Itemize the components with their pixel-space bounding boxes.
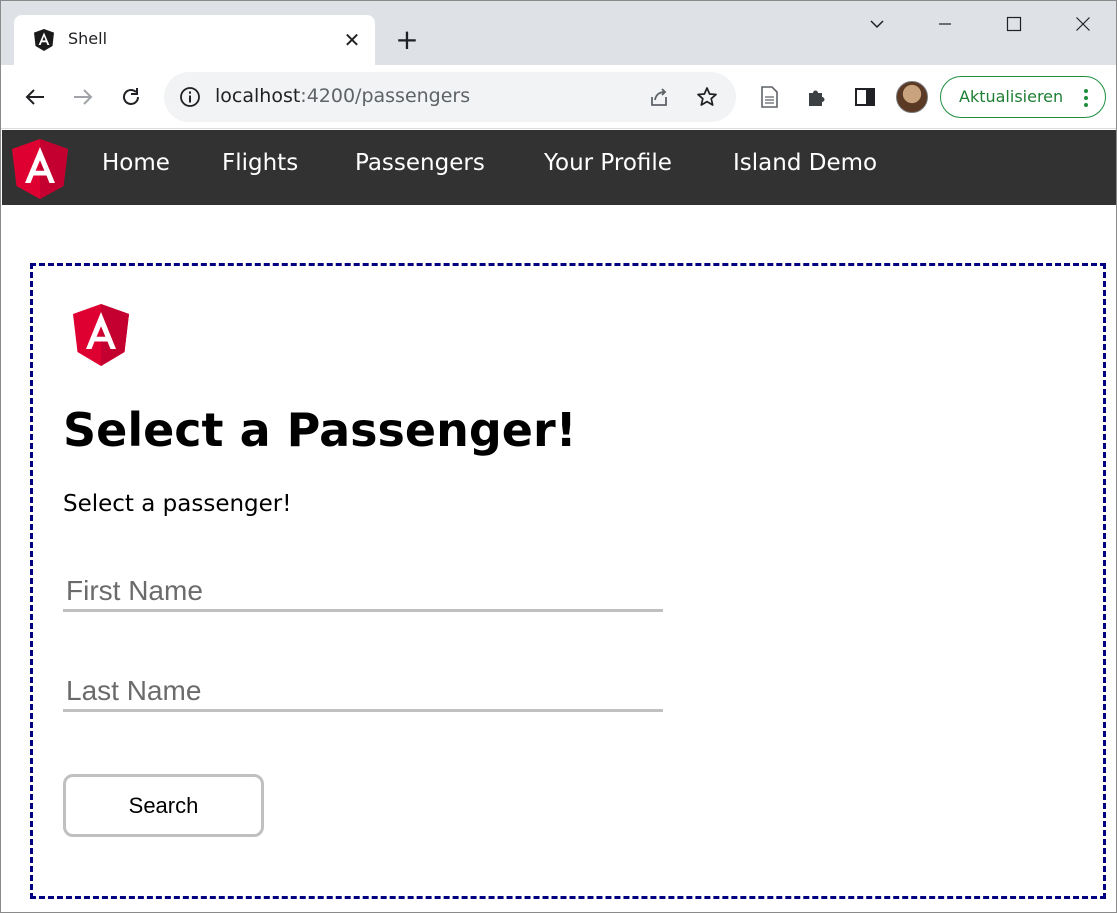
browser-tab[interactable]: Shell ✕ bbox=[14, 15, 375, 65]
url-path: :4200/passengers bbox=[300, 85, 471, 107]
minimize-icon[interactable] bbox=[930, 9, 960, 39]
angular-favicon-icon bbox=[34, 29, 54, 51]
profile-avatar[interactable] bbox=[896, 81, 928, 113]
tab-search-chevron-icon[interactable] bbox=[862, 9, 892, 39]
nav-link-your-profile[interactable]: Your Profile bbox=[544, 150, 672, 176]
new-tab-icon[interactable]: + bbox=[392, 25, 422, 55]
page-subtitle: Select a passenger! bbox=[63, 491, 292, 517]
search-button[interactable]: Search bbox=[63, 774, 264, 837]
window-close-icon[interactable] bbox=[1068, 9, 1098, 39]
extensions-puzzle-icon[interactable] bbox=[805, 85, 829, 109]
app-navbar: Home Flights Passengers Your Profile Isl… bbox=[2, 130, 1116, 205]
update-button-label: Aktualisieren bbox=[959, 87, 1064, 106]
tab-strip: Shell ✕ + bbox=[1, 1, 1116, 65]
back-icon[interactable] bbox=[20, 82, 50, 112]
island-container: Select a Passenger! Select a passenger! … bbox=[30, 263, 1106, 899]
update-button[interactable]: Aktualisieren bbox=[940, 76, 1106, 118]
nav-link-island-demo[interactable]: Island Demo bbox=[733, 150, 877, 176]
bookmark-star-icon[interactable] bbox=[695, 85, 719, 109]
angular-logo-icon bbox=[73, 304, 129, 366]
nav-link-flights[interactable]: Flights bbox=[222, 150, 298, 176]
maximize-icon[interactable] bbox=[999, 9, 1029, 39]
nav-link-home[interactable]: Home bbox=[102, 150, 170, 176]
tab-title: Shell bbox=[68, 29, 108, 48]
reader-mode-icon[interactable] bbox=[757, 85, 781, 109]
url-text: localhost:4200/passengers bbox=[215, 85, 470, 107]
first-name-input[interactable] bbox=[63, 572, 663, 612]
reload-icon[interactable] bbox=[116, 82, 146, 112]
side-panel-icon[interactable] bbox=[853, 85, 877, 109]
angular-logo-icon[interactable] bbox=[11, 139, 69, 199]
nav-link-passengers[interactable]: Passengers bbox=[355, 150, 485, 176]
address-bar[interactable]: localhost:4200/passengers bbox=[164, 72, 736, 122]
browser-toolbar: localhost:4200/passengers Aktualisieren bbox=[1, 65, 1116, 129]
last-name-input[interactable] bbox=[63, 672, 663, 712]
share-icon[interactable] bbox=[647, 85, 671, 109]
page-title: Select a Passenger! bbox=[63, 403, 577, 457]
url-host: localhost bbox=[215, 85, 301, 107]
site-info-icon[interactable] bbox=[178, 85, 202, 109]
tab-close-icon[interactable]: ✕ bbox=[340, 28, 364, 52]
forward-icon[interactable] bbox=[68, 82, 98, 112]
browser-window: Shell ✕ + localhost:4200/passengers Aktu… bbox=[0, 0, 1117, 913]
more-menu-icon[interactable] bbox=[1079, 86, 1093, 110]
